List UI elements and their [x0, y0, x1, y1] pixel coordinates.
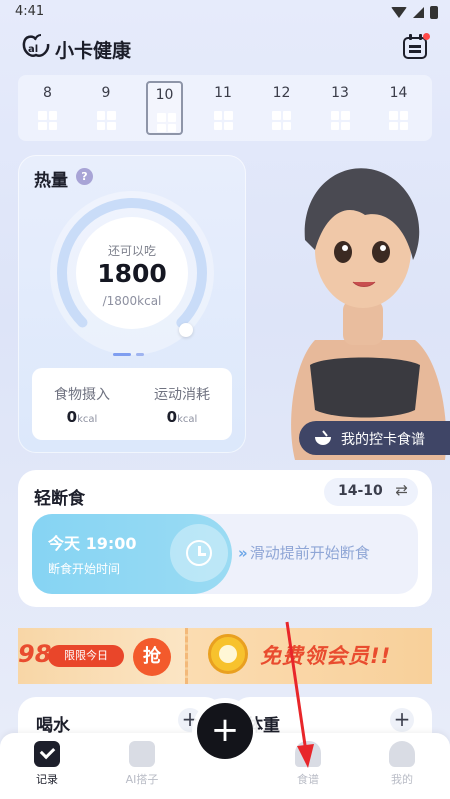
swap-icon: ⇄: [395, 481, 408, 499]
signal-icon: [413, 7, 424, 18]
my-recipe-button[interactable]: 我的控卡食谱: [299, 421, 450, 455]
calories-card[interactable]: 热量 ? 还可以吃 1800 /1800kcal 食物摄入 0kcal 运动消耗…: [18, 155, 246, 453]
date-item-9[interactable]: 9: [88, 81, 125, 135]
swipe-hint: » 滑动提前开始断食: [238, 542, 370, 563]
tab-recipes-label: 食谱: [297, 773, 319, 786]
fasting-start-time: 今天 19:00: [48, 534, 137, 553]
my-recipe-label: 我的控卡食谱: [341, 432, 425, 448]
tab-ai-buddy[interactable]: AI搭子: [112, 741, 172, 787]
tab-record-label: 记录: [36, 773, 58, 786]
fasting-title: 轻断食: [34, 489, 85, 509]
food-intake-value: 0: [66, 408, 78, 426]
fasting-slider-handle[interactable]: 今天 19:00 断食开始时间: [32, 514, 232, 594]
promo-today-badge: 限限今日: [48, 645, 124, 667]
calorie-stats: 食物摄入 0kcal 运动消耗 0kcal: [32, 368, 232, 440]
tab-profile[interactable]: 我的: [372, 741, 432, 787]
day-grid-icon: [157, 113, 176, 132]
date-item-12[interactable]: 12: [263, 81, 300, 135]
date-number: 8: [43, 85, 52, 101]
date-strip: 8 9 10 11 12 13 14: [18, 75, 432, 141]
tab-recipes[interactable]: 食谱: [278, 741, 338, 787]
status-time: 4:41: [15, 4, 45, 19]
status-bar: 4:41: [0, 0, 450, 26]
chat-icon: [129, 741, 155, 767]
date-item-11[interactable]: 11: [205, 81, 242, 135]
fasting-start-label: 断食开始时间: [48, 562, 121, 576]
date-number: 14: [389, 85, 408, 101]
food-intake-unit: kcal: [77, 414, 98, 425]
swipe-hint-text: 滑动提前开始断食: [249, 544, 370, 562]
ring-knob: [179, 323, 193, 337]
exercise-unit: kcal: [177, 414, 198, 425]
card-pager: [113, 353, 144, 356]
remaining-value: 1800: [97, 259, 167, 288]
app-logo-icon: al: [22, 34, 50, 57]
promo-member-text: 免费领会员!!: [260, 644, 392, 668]
status-icons: [391, 6, 438, 19]
user-icon: [389, 741, 415, 767]
promo-grab-button[interactable]: 抢: [133, 638, 171, 676]
svg-text:al: al: [28, 44, 38, 55]
day-grid-icon: [38, 111, 57, 130]
bowl-icon: [315, 430, 331, 445]
tab-profile-label: 我的: [391, 773, 413, 786]
double-arrow-icon: »: [238, 544, 248, 562]
calendar-icon: [403, 37, 427, 59]
date-number: 13: [331, 85, 349, 101]
promo-member-section: 免费领会员!!: [185, 628, 432, 684]
calendar-button[interactable]: [400, 32, 430, 62]
promo-price: 98: [18, 640, 52, 668]
date-item-8[interactable]: 8: [29, 81, 66, 135]
food-intake-label: 食物摄入: [54, 387, 110, 403]
date-number: 12: [272, 85, 291, 101]
fasting-plan-toggle[interactable]: 14-10 ⇄: [324, 478, 418, 506]
chef-hat-icon: [295, 741, 321, 767]
notification-dot: [423, 33, 430, 40]
day-grid-icon: [272, 111, 291, 130]
date-item-10[interactable]: 10: [146, 81, 183, 135]
wifi-icon: [391, 7, 407, 18]
alarm-clock-icon: [170, 524, 228, 582]
avatar-illustration: [291, 168, 447, 460]
day-grid-icon: [96, 111, 116, 130]
app-title: 小卡健康: [55, 40, 132, 62]
date-number: 11: [214, 85, 232, 101]
app-header: al 小卡健康: [0, 30, 450, 66]
total-calories: /1800kcal: [102, 294, 162, 308]
help-icon[interactable]: ?: [76, 168, 93, 185]
add-weight-button[interactable]: +: [390, 708, 414, 732]
exercise-label: 运动消耗: [154, 387, 210, 403]
tab-record[interactable]: 记录: [17, 741, 77, 787]
day-grid-icon: [213, 111, 233, 130]
stopwatch-icon: [208, 634, 248, 674]
tab-ai-buddy-label: AI搭子: [125, 773, 159, 786]
fasting-plan-label: 14-10: [338, 483, 383, 499]
fasting-slider-track[interactable]: 今天 19:00 断食开始时间 » 滑动提前开始断食: [32, 514, 418, 594]
date-number: 9: [101, 85, 111, 101]
date-item-13[interactable]: 13: [322, 81, 359, 135]
date-item-14[interactable]: 14: [380, 81, 417, 135]
day-grid-icon: [389, 111, 408, 130]
remaining-label: 还可以吃: [107, 244, 156, 258]
record-icon: [34, 741, 60, 767]
fasting-card: 轻断食 14-10 ⇄ 今天 19:00 断食开始时间 » 滑动提前开始断食: [18, 470, 432, 607]
promo-banner[interactable]: 98 限限今日 抢 免费领会员!!: [18, 628, 432, 684]
food-intake-stat: 食物摄入 0kcal: [32, 384, 132, 426]
battery-icon: [430, 6, 438, 19]
exercise-stat: 运动消耗 0kcal: [132, 384, 232, 426]
add-record-button[interactable]: +: [197, 703, 253, 759]
date-number: 10: [155, 87, 174, 103]
exercise-value: 0: [166, 408, 178, 426]
day-grid-icon: [330, 111, 350, 130]
